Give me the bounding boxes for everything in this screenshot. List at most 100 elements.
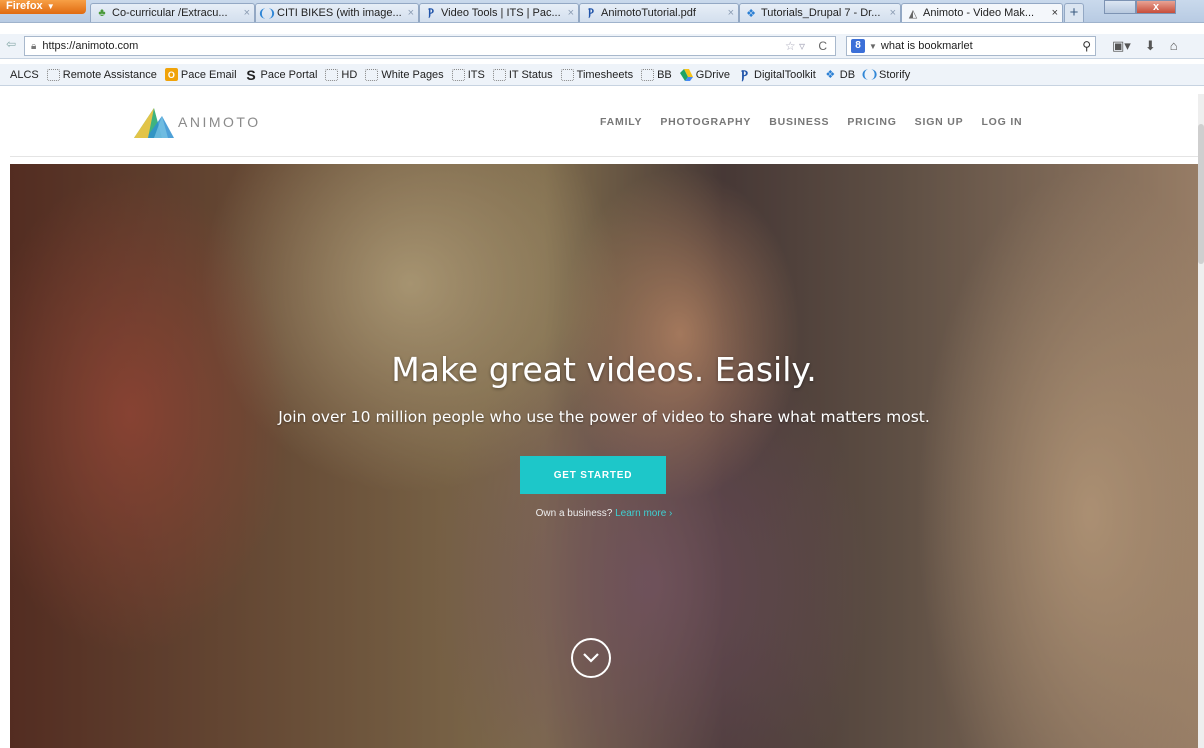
business-prompt: Own a business? Learn more › bbox=[10, 508, 1198, 519]
scroll-down-button[interactable] bbox=[571, 638, 611, 678]
nav-business[interactable]: BUSINESS bbox=[769, 116, 829, 128]
bookmark-white-pages[interactable]: White Pages bbox=[365, 68, 444, 81]
folder-icon bbox=[451, 68, 465, 81]
close-icon[interactable]: × bbox=[244, 7, 250, 19]
pace-icon: Ⲣ bbox=[428, 6, 434, 19]
chevron-down-icon bbox=[583, 653, 599, 663]
bookmarks-bar: ALCS Remote Assistance O Pace Email S Pa… bbox=[0, 64, 1204, 86]
navigation-bar: ⇦ 🔒︎ https://animoto.com ☆ ▿ C 8 ▼ what … bbox=[0, 34, 1204, 59]
tab-label: Tutorials_Drupal 7 - Dr... bbox=[761, 7, 881, 19]
dropbox-icon: ❖ bbox=[825, 69, 836, 81]
pace-s-icon: S bbox=[246, 66, 256, 83]
bookmark-label: White Pages bbox=[381, 68, 444, 81]
download-icon[interactable]: ⬇ bbox=[1145, 38, 1156, 54]
animoto-icon: ◭ bbox=[908, 7, 918, 20]
search-icon[interactable]: ⚲ bbox=[1082, 39, 1091, 53]
bookmark-label: Pace Portal bbox=[260, 68, 318, 81]
bookmark-label: Timesheets bbox=[576, 68, 634, 81]
nav-pricing[interactable]: PRICING bbox=[847, 116, 896, 128]
storify-icon: ❨❩ bbox=[860, 69, 879, 81]
bookmark-label: DB bbox=[839, 68, 856, 81]
nav-sign-up[interactable]: SIGN UP bbox=[915, 116, 964, 128]
bookmark-label: ITS bbox=[467, 68, 485, 81]
tab-tutorials-drupal[interactable]: ❖ Tutorials_Drupal 7 - Dr... × bbox=[739, 3, 901, 22]
close-window-button[interactable]: x bbox=[1136, 0, 1176, 14]
google-plus-icon[interactable]: 8 bbox=[851, 39, 865, 53]
animoto-logo-mark-icon bbox=[134, 108, 174, 138]
get-started-button[interactable]: GET STARTED bbox=[520, 456, 666, 494]
firefox-menu-label: Firefox bbox=[6, 0, 43, 12]
site-nav: FAMILY PHOTOGRAPHY BUSINESS PRICING SIGN… bbox=[600, 116, 1022, 128]
bookmark-bb[interactable]: BB bbox=[641, 68, 672, 81]
close-icon[interactable]: × bbox=[568, 7, 574, 19]
bookmark-label: Storify bbox=[879, 68, 911, 81]
bookmark-label: HD bbox=[341, 68, 358, 81]
tab-label: CITI BIKES (with image... bbox=[277, 7, 402, 19]
folder-icon bbox=[560, 68, 574, 81]
pace-icon: Ⲣ bbox=[741, 66, 748, 82]
tab-label: Video Tools | ITS | Pac... bbox=[441, 7, 561, 19]
bookmark-its[interactable]: ITS bbox=[451, 68, 485, 81]
bookmark-storify[interactable]: ❨❩ Storify bbox=[860, 68, 911, 82]
search-bar[interactable]: 8 ▼ what is bookmarlet ⚲ bbox=[846, 36, 1096, 56]
close-icon[interactable]: × bbox=[890, 7, 896, 19]
bookmark-remote-assistance[interactable]: Remote Assistance bbox=[46, 68, 157, 81]
bookmark-gdrive[interactable]: GDrive bbox=[679, 68, 730, 81]
bookmark-label: BB bbox=[657, 68, 672, 81]
plant-icon: ♣ bbox=[98, 7, 106, 19]
close-icon[interactable]: × bbox=[728, 7, 734, 19]
folder-icon bbox=[46, 68, 60, 81]
back-icon[interactable]: ⇦ bbox=[6, 37, 16, 51]
scrollbar-thumb[interactable] bbox=[1198, 124, 1204, 264]
tab-co-curricular[interactable]: ♣ Co-curricular /Extracu... × bbox=[90, 3, 255, 22]
bookmark-pace-email[interactable]: O Pace Email bbox=[164, 68, 237, 81]
bookmark-pace-portal[interactable]: S Pace Portal bbox=[245, 66, 318, 83]
tab-citi-bikes[interactable]: ❨❩ CITI BIKES (with image... × bbox=[255, 3, 419, 22]
home-icon[interactable]: ⌂ bbox=[1170, 38, 1178, 54]
tab-animoto-tutorial[interactable]: Ⲣ AnimotoTutorial.pdf × bbox=[579, 3, 739, 22]
toolbar-icons: ▣▾ ⬇ ⌂ bbox=[1112, 38, 1178, 54]
folder-icon bbox=[492, 68, 506, 81]
tab-label: Animoto - Video Mak... bbox=[923, 7, 1035, 19]
nav-family[interactable]: FAMILY bbox=[600, 116, 642, 128]
folder-icon bbox=[641, 68, 655, 81]
url-text: https://animoto.com bbox=[42, 40, 139, 52]
url-bar[interactable]: 🔒︎ https://animoto.com ☆ ▿ C bbox=[24, 36, 836, 56]
window-controls: x bbox=[1104, 0, 1176, 16]
bookmark-label: Remote Assistance bbox=[62, 68, 157, 81]
bookmark-db[interactable]: ❖ DB bbox=[824, 68, 856, 82]
animoto-logo[interactable]: ANIMOTO bbox=[132, 104, 261, 140]
business-prompt-text: Own a business? bbox=[535, 508, 613, 519]
bookmark-timesheets[interactable]: Timesheets bbox=[560, 68, 634, 81]
tab-strip: Firefox ▼ ♣ Co-curricular /Extracu... × ❨… bbox=[0, 0, 1204, 23]
gdrive-icon bbox=[679, 68, 693, 81]
bookmark-digitaltoolkit[interactable]: Ⲣ DigitalToolkit bbox=[738, 66, 816, 82]
bookmark-alcs[interactable]: ALCS bbox=[10, 69, 39, 81]
search-input[interactable]: what is bookmarlet bbox=[881, 40, 973, 52]
minimize-button[interactable] bbox=[1104, 0, 1136, 14]
lock-icon: 🔒︎ bbox=[31, 40, 37, 52]
tab-animoto[interactable]: ◭ Animoto - Video Mak... × bbox=[901, 3, 1063, 22]
bookmark-it-status[interactable]: IT Status bbox=[492, 68, 553, 81]
hero-title: Make great videos. Easily. bbox=[391, 350, 817, 389]
bookmark-star-icon[interactable]: ☆ ▿ bbox=[785, 39, 805, 53]
learn-more-link[interactable]: Learn more › bbox=[615, 508, 672, 519]
firefox-menu-button[interactable]: Firefox ▼ bbox=[0, 0, 86, 14]
storify-icon: ❨❩ bbox=[257, 7, 277, 20]
nav-photography[interactable]: PHOTOGRAPHY bbox=[660, 116, 751, 128]
hero-subtitle: Join over 10 million people who use the … bbox=[278, 408, 930, 426]
bookmark-hd[interactable]: HD bbox=[325, 68, 358, 81]
close-icon[interactable]: × bbox=[408, 7, 414, 19]
tab-label: AnimotoTutorial.pdf bbox=[601, 7, 696, 19]
tab-video-tools[interactable]: Ⲣ Video Tools | ITS | Pac... × bbox=[419, 3, 579, 22]
close-icon[interactable]: × bbox=[1052, 7, 1058, 19]
page-scrollbar[interactable] bbox=[1198, 94, 1204, 748]
folder-icon bbox=[325, 68, 339, 81]
bookmark-label: IT Status bbox=[508, 68, 553, 81]
reload-icon[interactable]: C bbox=[818, 39, 827, 53]
addon-icon[interactable]: ▣▾ bbox=[1112, 38, 1131, 54]
nav-log-in[interactable]: LOG IN bbox=[981, 116, 1022, 128]
site-header: ANIMOTO FAMILY PHOTOGRAPHY BUSINESS PRIC… bbox=[10, 94, 1198, 157]
web-page: ANIMOTO FAMILY PHOTOGRAPHY BUSINESS PRIC… bbox=[10, 94, 1198, 748]
new-tab-button[interactable]: + bbox=[1064, 3, 1084, 22]
